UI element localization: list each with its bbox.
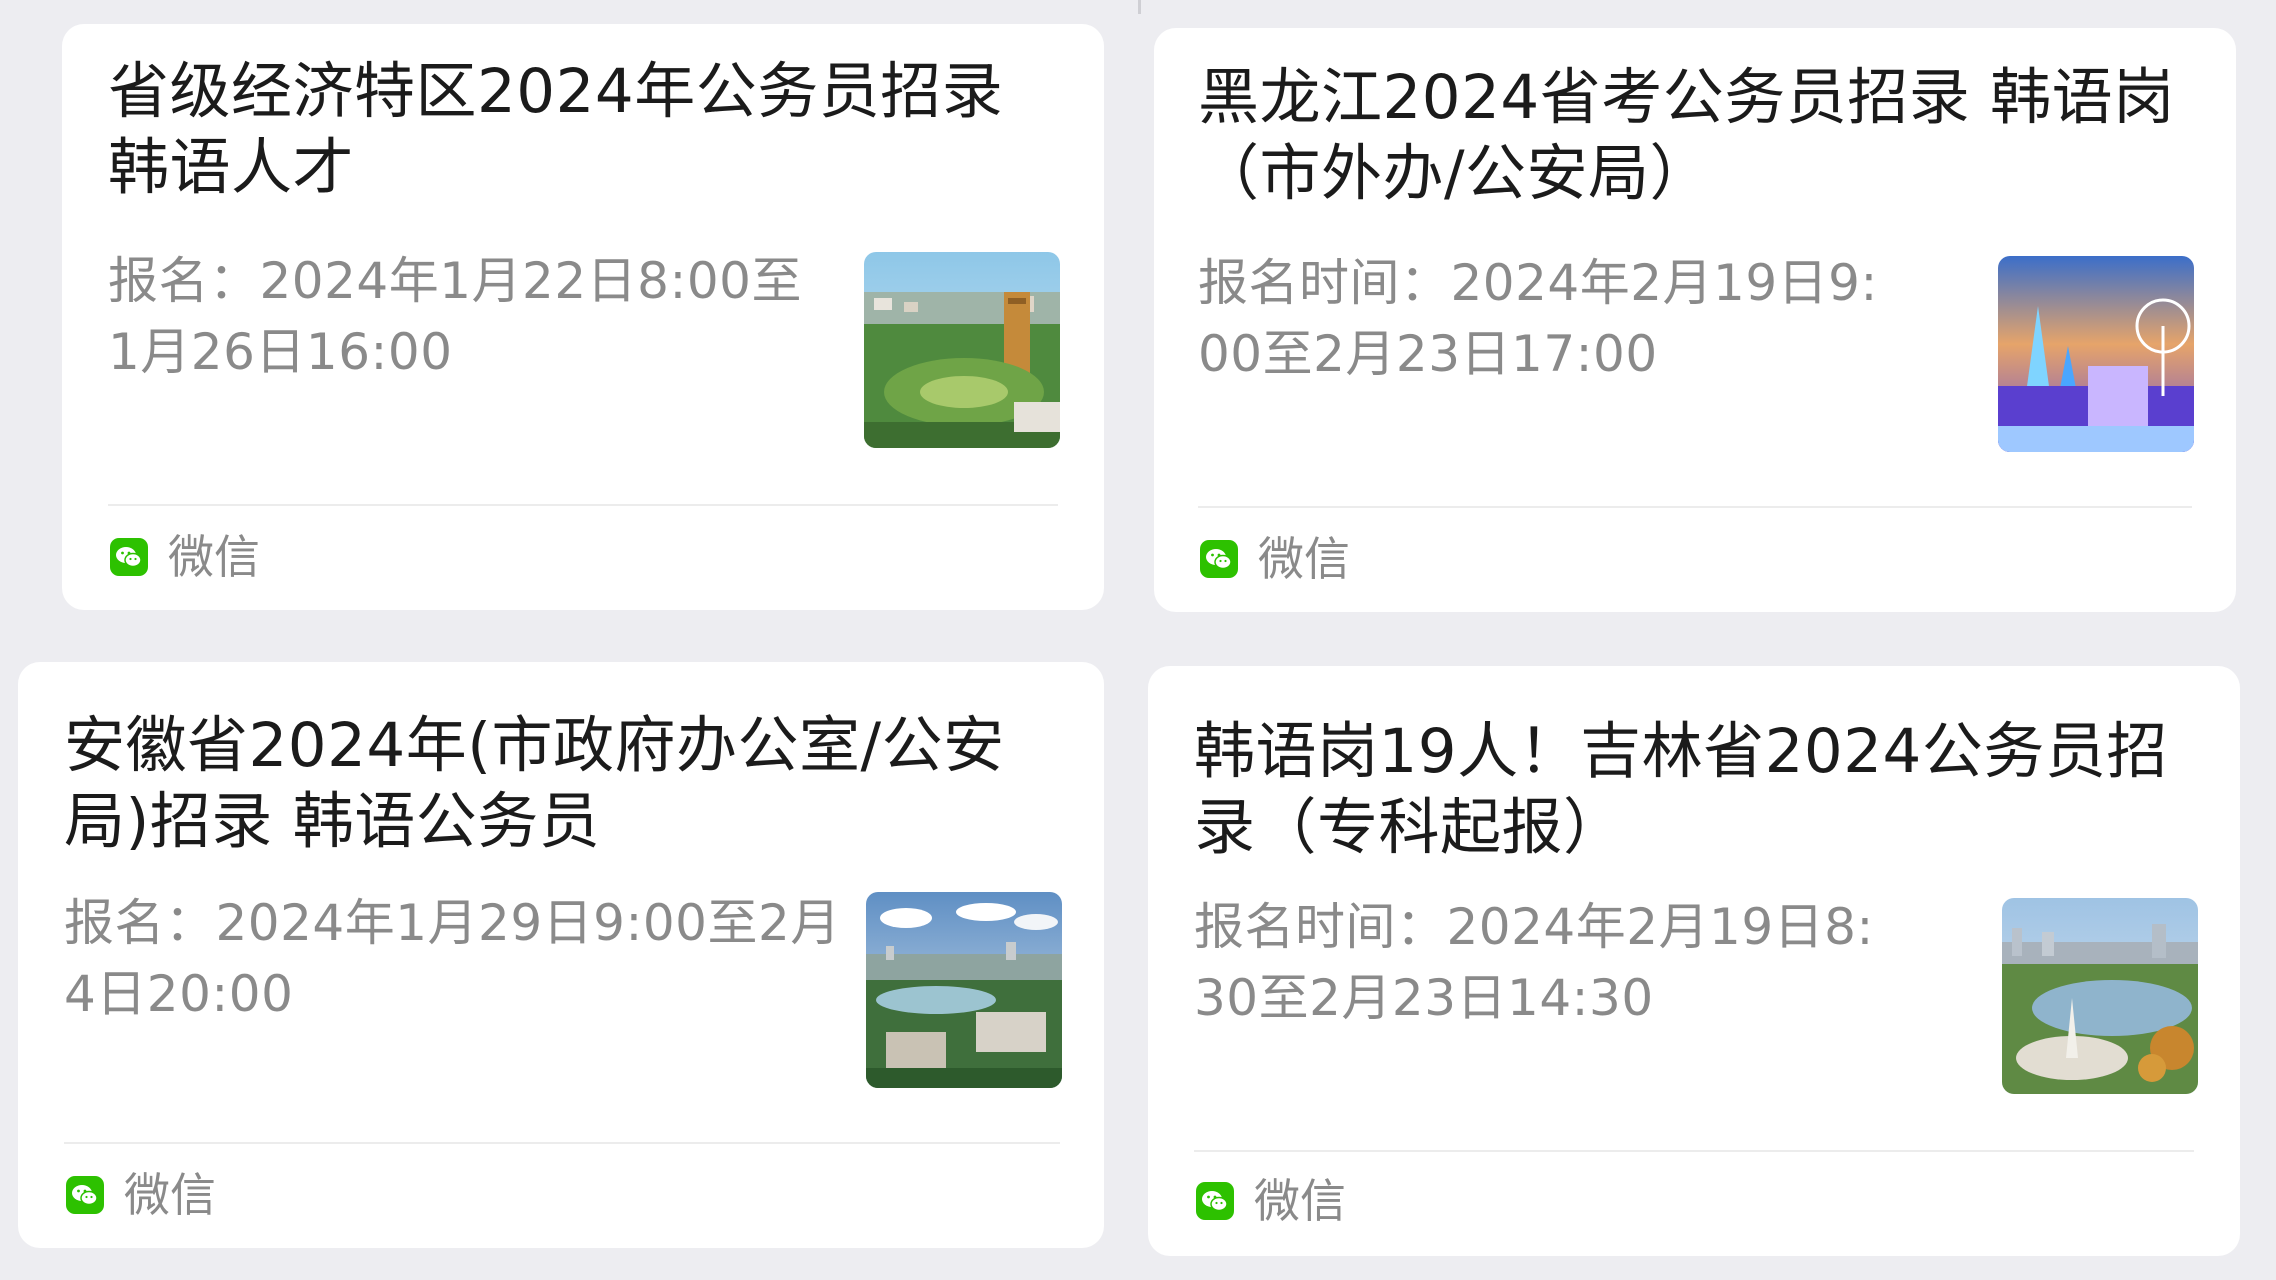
card-divider [1194,1150,2194,1152]
article-card[interactable]: 黑龙江2024省考公务员招录 韩语岗（市外办/公安局） 报名时间：2024年2月… [1154,28,2236,612]
wechat-icon [1200,540,1238,578]
column-divider [1138,0,1141,14]
article-summary: 报名：2024年1月29日9:00至2月4日20:00 [64,894,841,1023]
article-title: 黑龙江2024省考公务员招录 韩语岗（市外办/公安局） [1198,62,2175,209]
article-card[interactable]: 韩语岗19人！吉林省2024公务员招录（专科起报） 报名时间：2024年2月19… [1148,666,2240,1256]
source-row: 微信 [1196,1176,1346,1226]
article-summary: 报名时间：2024年2月19日8:30至2月23日14:30 [1194,898,1874,1027]
source-label: 微信 [1258,532,1350,586]
source-row: 微信 [110,532,260,582]
wechat-icon [110,538,148,576]
lakeside-monument-plaza-thumbnail [2002,898,2198,1094]
card-divider [64,1142,1060,1144]
source-row: 微信 [66,1170,216,1220]
card-divider [108,504,1058,506]
source-row: 微信 [1200,534,1350,584]
wechat-icon [66,1176,104,1214]
source-label: 微信 [168,530,260,584]
article-title: 省级经济特区2024年公务员招录韩语人才 [108,56,1004,203]
article-title: 安徽省2024年(市政府办公室/公安局)招录 韩语公务员 [64,710,1005,857]
source-label: 微信 [1254,1174,1346,1228]
wechat-icon [1196,1182,1234,1220]
article-title: 韩语岗19人！吉林省2024公务员招录（专科起报） [1194,716,2168,863]
source-label: 微信 [124,1168,216,1222]
article-card[interactable]: 安徽省2024年(市政府办公室/公安局)招录 韩语公务员 报名：2024年1月2… [18,662,1104,1248]
card-divider [1198,506,2192,508]
lake-city-skyline-thumbnail [866,892,1062,1088]
ice-castle-ferris-wheel-thumbnail [1998,256,2194,452]
article-card[interactable]: 省级经济特区2024年公务员招录韩语人才 报名：2024年1月22日8:00至1… [62,24,1104,610]
article-summary: 报名时间：2024年2月19日9:00至2月23日17:00 [1198,254,1878,383]
article-summary: 报名：2024年1月22日8:00至1月26日16:00 [108,252,802,381]
article-feed: 省级经济特区2024年公务员招录韩语人才 报名：2024年1月22日8:00至1… [0,0,2276,1280]
city-aerial-park-thumbnail [864,252,1060,448]
